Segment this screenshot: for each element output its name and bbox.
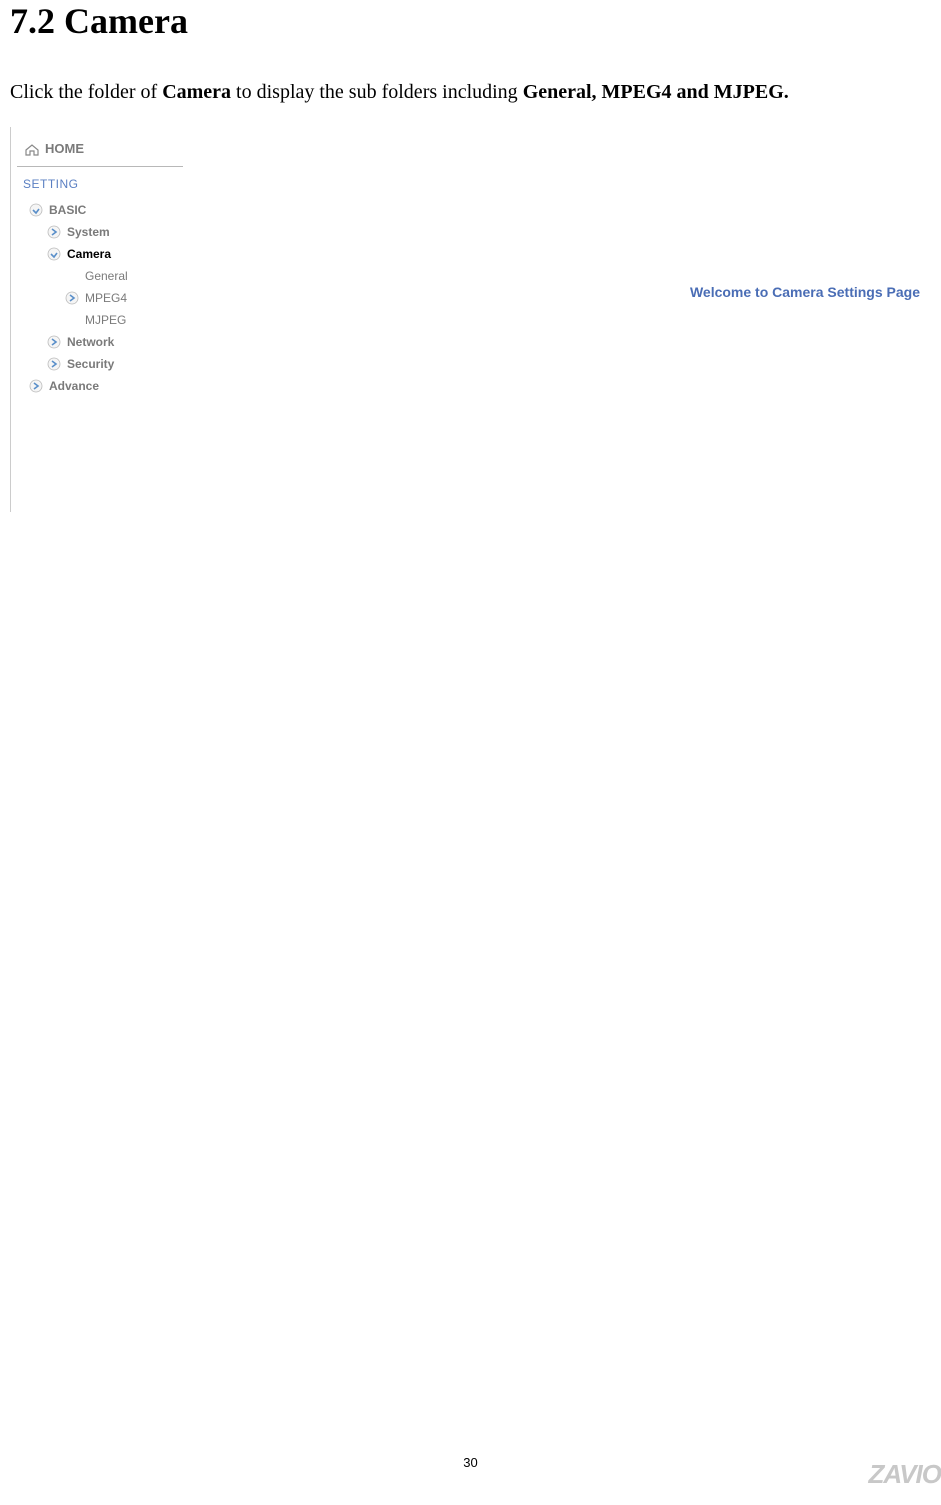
desc-part1: Click the folder of [10,81,162,103]
nav-security[interactable]: Security [19,353,189,375]
expand-icon [47,357,61,371]
ui-screenshot: HOME SETTING BASIC System Camera [10,127,920,512]
nav-mpeg4[interactable]: MPEG4 [19,287,189,309]
mpeg4-label: MPEG4 [85,291,127,305]
welcome-message: Welcome to Camera Settings Page [690,284,920,300]
nav-general[interactable]: General [19,265,189,287]
sidebar: HOME SETTING BASIC System Camera [11,127,189,507]
nav-camera[interactable]: Camera [19,243,189,265]
nav-home[interactable]: HOME [17,139,183,167]
desc-bold1: Camera [162,81,231,103]
expand-icon [65,291,79,305]
basic-label: BASIC [49,203,86,217]
nav-system[interactable]: System [19,221,189,243]
desc-part2: to display the sub folders including [231,81,523,103]
section-description: Click the folder of Camera to display th… [10,72,931,112]
general-label: General [85,269,128,283]
page-number: 30 [463,1455,477,1470]
nav-mjpeg[interactable]: MJPEG [19,309,189,331]
section-heading: 7.2 Camera [10,0,931,42]
expand-icon [29,203,43,217]
nav-advance[interactable]: Advance [19,375,189,397]
home-icon [25,143,39,155]
spacer [65,313,79,327]
security-label: Security [67,357,114,371]
nav-tree: BASIC System Camera General [11,199,189,397]
home-label: HOME [45,141,84,156]
desc-bold2: General, MPEG4 and MJPEG. [523,81,789,103]
system-label: System [67,225,110,239]
nav-network[interactable]: Network [19,331,189,353]
nav-basic[interactable]: BASIC [19,199,189,221]
setting-heading: SETTING [11,177,189,191]
expand-icon [47,247,61,261]
expand-icon [47,225,61,239]
expand-icon [47,335,61,349]
advance-label: Advance [49,379,99,393]
spacer [65,269,79,283]
camera-label: Camera [67,247,111,261]
network-label: Network [67,335,114,349]
mjpeg-label: MJPEG [85,313,126,327]
brand-logo: ZAVIO [868,1459,941,1490]
expand-icon [29,379,43,393]
